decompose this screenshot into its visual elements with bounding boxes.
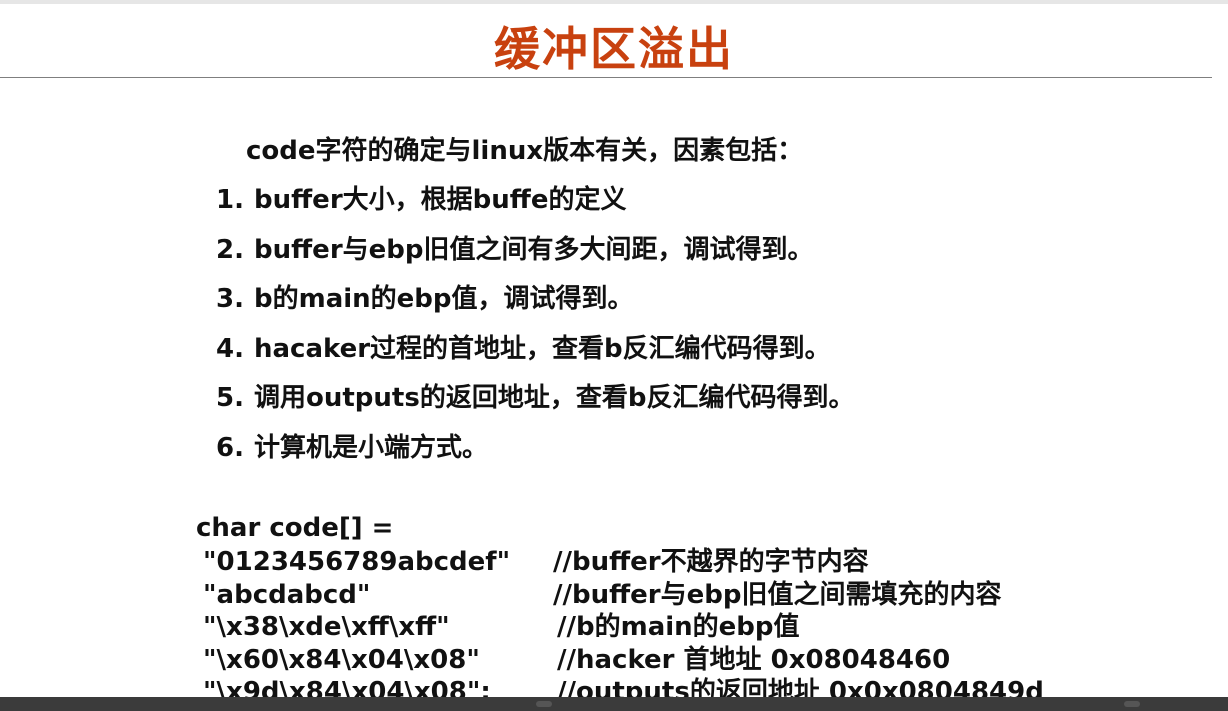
code-comment: //hacker 首地址 0x08048460 — [557, 644, 951, 675]
factor-item: 4. hacaker过程的首地址，查看b反汇编代码得到。 — [216, 332, 854, 382]
code-string: "abcdabcd" — [203, 579, 371, 610]
factor-text: buffer大小，根据buffe的定义 — [254, 185, 627, 215]
factor-number: 3. — [216, 284, 244, 314]
code-string: "\x38\xde\xff\xff" — [203, 612, 450, 642]
code-string: "0123456789abcdef" — [203, 547, 511, 577]
factor-item: 1. buffer大小，根据buffe的定义 — [216, 183, 854, 233]
toolbar-indicator — [536, 701, 552, 707]
title-divider — [0, 77, 1212, 78]
factor-text: 调用outputs的返回地址，查看b反汇编代码得到。 — [254, 383, 855, 413]
code-string: "\x60\x84\x04\x08" — [203, 644, 480, 675]
factor-number: 6. — [216, 432, 244, 463]
bottom-toolbar — [0, 697, 1228, 711]
code-comment: //b的main的ebp值 — [557, 612, 800, 642]
code-declaration: char code[] = — [196, 513, 394, 543]
factor-item: 2. buffer与ebp旧值之间有多大间距，调试得到。 — [216, 233, 854, 283]
factor-number: 5. — [216, 383, 244, 413]
factor-number: 2. — [216, 234, 244, 265]
factor-number: 1. — [216, 185, 244, 215]
factor-list: 1. buffer大小，根据buffe的定义 2. buffer与ebp旧值之间有多… — [216, 183, 854, 480]
slide-title: 缓冲区溢出 — [494, 22, 734, 76]
factor-item: 6. 计算机是小端方式。 — [216, 431, 854, 481]
code-comment: //outputs的返回地址 0x0x0804849d — [557, 677, 1044, 697]
toolbar-indicator — [1124, 701, 1140, 707]
code-comment: //buffer不越界的字节内容 — [553, 547, 869, 577]
factor-number: 4. — [216, 333, 244, 364]
factor-item: 5. 调用outputs的返回地址，查看b反汇编代码得到。 — [216, 381, 854, 431]
factor-text: 计算机是小端方式。 — [254, 432, 489, 463]
slide-canvas: 缓冲区溢出 code字符的确定与linux版本有关，因素包括： 1. buffer… — [0, 4, 1228, 697]
code-comment: //buffer与ebp旧值之间需填充的内容 — [553, 579, 1002, 610]
intro-text: code字符的确定与linux版本有关，因素包括： — [246, 136, 804, 166]
factor-text: b的main的ebp值，调试得到。 — [254, 284, 634, 314]
factor-text: hacaker过程的首地址，查看b反汇编代码得到。 — [254, 333, 831, 364]
factor-item: 3. b的main的ebp值，调试得到。 — [216, 282, 854, 332]
code-string: "\x9d\x84\x04\x08"; — [203, 677, 491, 697]
factor-text: buffer与ebp旧值之间有多大间距，调试得到。 — [254, 234, 814, 265]
